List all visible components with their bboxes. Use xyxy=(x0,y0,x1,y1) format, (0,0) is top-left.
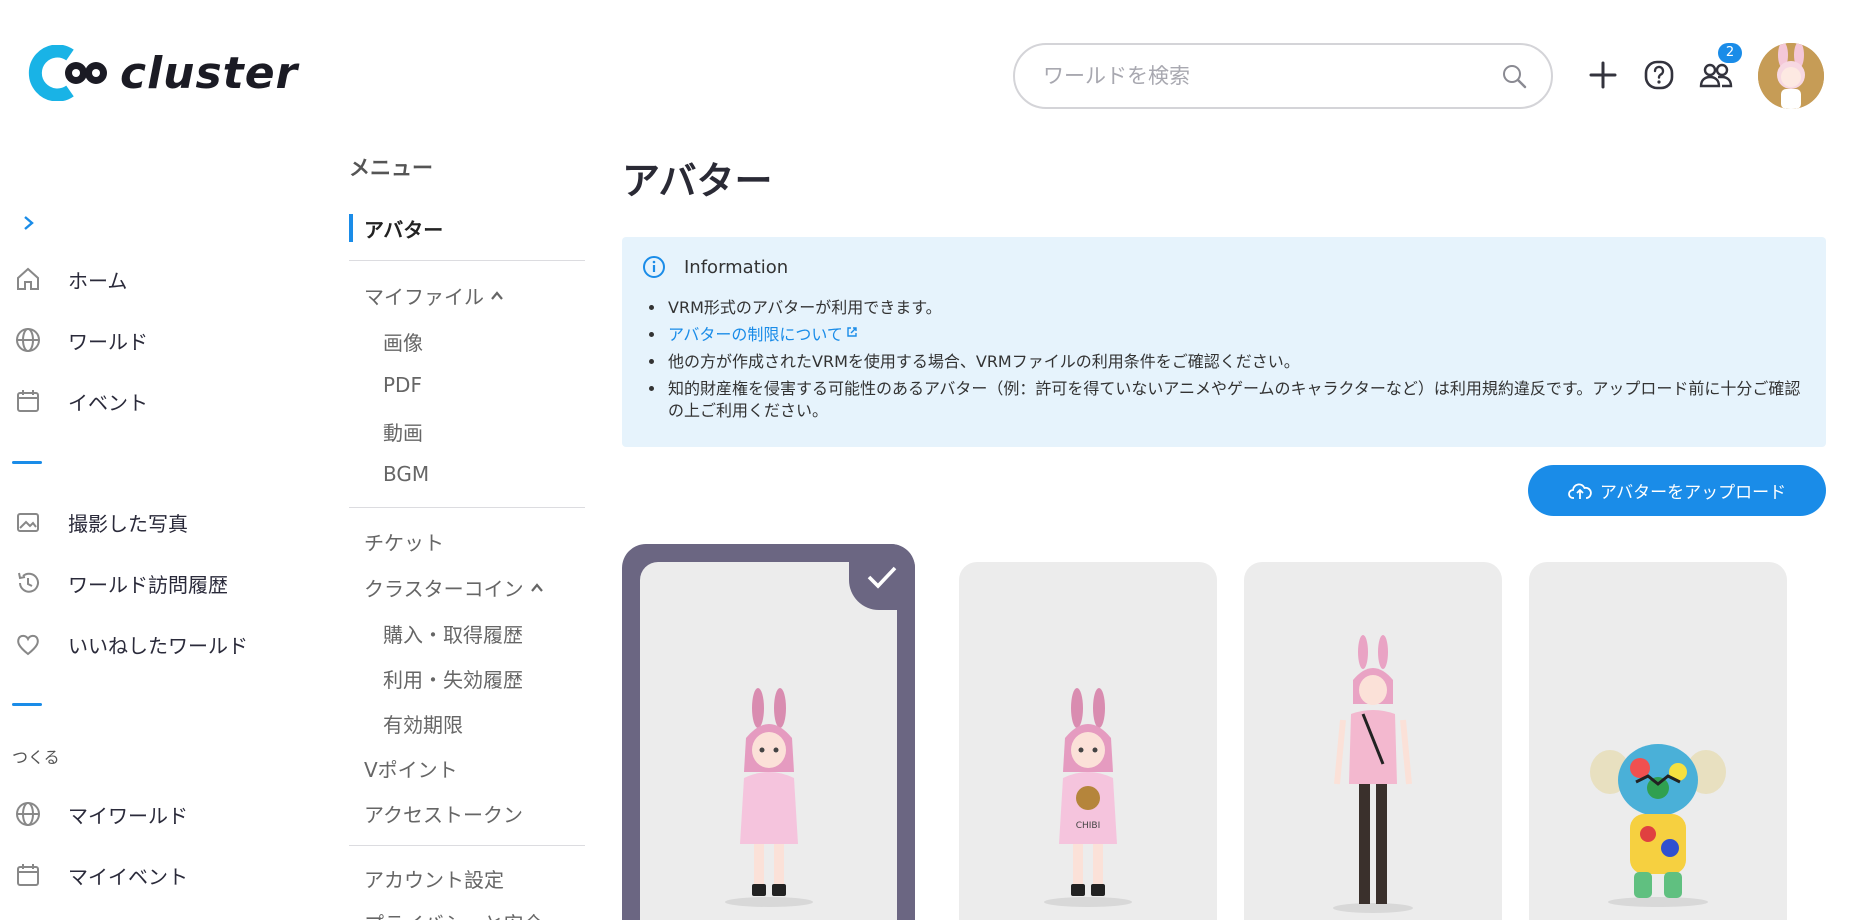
globe-icon xyxy=(16,328,40,352)
avatar-card[interactable]: CHIBI xyxy=(959,562,1217,920)
external-link-icon xyxy=(847,327,857,337)
sidebar-item-label: ホーム xyxy=(68,268,128,293)
avatar-figure-icon xyxy=(1590,744,1726,907)
menu-title: メニュー xyxy=(349,156,433,180)
menu-item-my-files[interactable]: マイファイル xyxy=(364,281,504,310)
sidebar-item-label: マイワールド xyxy=(68,803,188,828)
sidebar-item-label: いいねしたワールド xyxy=(68,633,248,658)
menu-divider xyxy=(349,507,585,508)
cluster-logo-icon xyxy=(28,45,107,101)
info-bullet: VRM形式のアバターが利用できます。 xyxy=(666,297,1806,319)
menu-item-access-token[interactable]: アクセストークン xyxy=(364,799,523,828)
avatar-image-icon xyxy=(1758,43,1824,109)
menu-item-cluster-coin[interactable]: クラスターコイン xyxy=(364,573,544,602)
create-button[interactable] xyxy=(1584,56,1622,94)
sidebar-divider xyxy=(12,461,42,464)
menu-divider xyxy=(349,260,585,261)
menu-item-videos[interactable]: 動画 xyxy=(383,417,423,446)
sidebar-item-label: 撮影した写真 xyxy=(68,511,188,536)
friends-badge: 2 xyxy=(1718,43,1742,63)
plus-icon xyxy=(1589,61,1617,89)
avatar-card[interactable] xyxy=(1244,562,1502,920)
sidebar-item-my-worlds[interactable]: マイワールド xyxy=(14,794,188,834)
upload-button-label: アバターをアップロード xyxy=(1599,483,1787,503)
sidebar-item-photos[interactable]: 撮影した写真 xyxy=(14,502,188,542)
sidebar-item-label: マイイベント xyxy=(68,864,188,889)
friends-icon xyxy=(1699,63,1733,88)
history-icon xyxy=(18,572,39,593)
shirt-print-text: CHIBI xyxy=(1076,821,1101,831)
info-icon xyxy=(643,256,665,278)
sidebar-item-event[interactable]: イベント xyxy=(14,381,148,421)
upload-avatar-button[interactable]: アバターをアップロード xyxy=(1528,465,1826,516)
menu-item-privacy[interactable]: プライバシーと安全 xyxy=(364,908,544,920)
menu-item-ticket[interactable]: チケット xyxy=(364,527,444,556)
menu-item-usage-history[interactable]: 利用・失効履歴 xyxy=(383,664,523,693)
page-title: アバター xyxy=(622,159,773,203)
menu-item-avatar[interactable]: アバター xyxy=(364,214,443,243)
sidebar-group-create: つくる xyxy=(12,748,60,767)
avatar-figure-icon xyxy=(1333,635,1413,913)
sidebar-expand-icon[interactable] xyxy=(18,213,38,233)
cluster-logo[interactable]: cluster xyxy=(26,45,298,101)
menu-active-indicator xyxy=(349,214,353,242)
world-search[interactable] xyxy=(1013,43,1553,109)
logo-text: cluster xyxy=(120,47,299,99)
sidebar-item-my-events[interactable]: マイイベント xyxy=(14,855,188,895)
avatar-figure-icon: CHIBI xyxy=(1044,688,1132,907)
sidebar-item-liked-worlds[interactable]: いいねしたワールド xyxy=(14,624,248,664)
cloud-upload-icon xyxy=(1567,483,1592,499)
chevron-up-icon xyxy=(491,290,503,300)
avatar-figure-icon xyxy=(724,688,813,907)
menu-item-images[interactable]: 画像 xyxy=(383,327,423,356)
help-icon xyxy=(1644,60,1674,90)
sidebar-item-label: ワールド訪問履歴 xyxy=(68,572,228,597)
info-heading: Information xyxy=(684,256,789,278)
menu-item-account-settings[interactable]: アカウント設定 xyxy=(364,864,504,893)
heart-icon xyxy=(17,634,39,656)
sidebar-item-label: イベント xyxy=(68,390,148,415)
menu-item-bgm[interactable]: BGM xyxy=(383,462,429,486)
menu-item-label: マイファイル xyxy=(364,285,484,309)
globe-icon xyxy=(16,802,40,826)
search-input[interactable] xyxy=(1043,64,1501,88)
menu-item-expiration[interactable]: 有効期限 xyxy=(383,709,463,738)
avatar-limits-link[interactable]: アバターの制限について xyxy=(668,325,843,344)
menu-item-pdf[interactable]: PDF xyxy=(383,373,422,397)
user-avatar[interactable] xyxy=(1758,43,1824,109)
menu-item-vpoint[interactable]: Vポイント xyxy=(364,754,458,783)
help-button[interactable] xyxy=(1640,56,1678,94)
menu-item-purchase-history[interactable]: 購入・取得履歴 xyxy=(383,619,523,648)
chevron-up-icon xyxy=(530,582,543,592)
home-icon xyxy=(17,267,39,290)
selected-check xyxy=(849,544,915,610)
calendar-icon xyxy=(17,864,39,886)
photo-icon xyxy=(17,513,39,532)
sidebar-item-history[interactable]: ワールド訪問履歴 xyxy=(14,563,228,603)
avatar-card-inner xyxy=(640,562,897,920)
information-panel: Information VRM形式のアバターが利用できます。 アバターの制限につ… xyxy=(622,237,1826,447)
search-icon[interactable] xyxy=(1501,63,1527,89)
info-bullet: 知的財産権を侵害する可能性のあるアバター（例：許可を得ていないアニメやゲームのキ… xyxy=(666,378,1806,422)
info-bullet: アバターの制限について xyxy=(666,324,1806,346)
sidebar-item-home[interactable]: ホーム xyxy=(14,259,127,299)
calendar-icon xyxy=(17,390,39,412)
info-bullet: 他の方が作成されたVRMを使用する場合、VRMファイルの利用条件をご確認ください… xyxy=(666,351,1806,373)
sidebar-item-label: ワールド xyxy=(68,329,148,354)
menu-item-label: クラスターコイン xyxy=(364,577,524,601)
sidebar-item-world[interactable]: ワールド xyxy=(14,320,148,360)
check-icon xyxy=(867,566,897,589)
avatar-card-selected[interactable] xyxy=(622,544,915,920)
menu-divider xyxy=(349,845,585,846)
avatar-card[interactable] xyxy=(1529,562,1787,920)
sidebar-divider xyxy=(12,703,42,706)
